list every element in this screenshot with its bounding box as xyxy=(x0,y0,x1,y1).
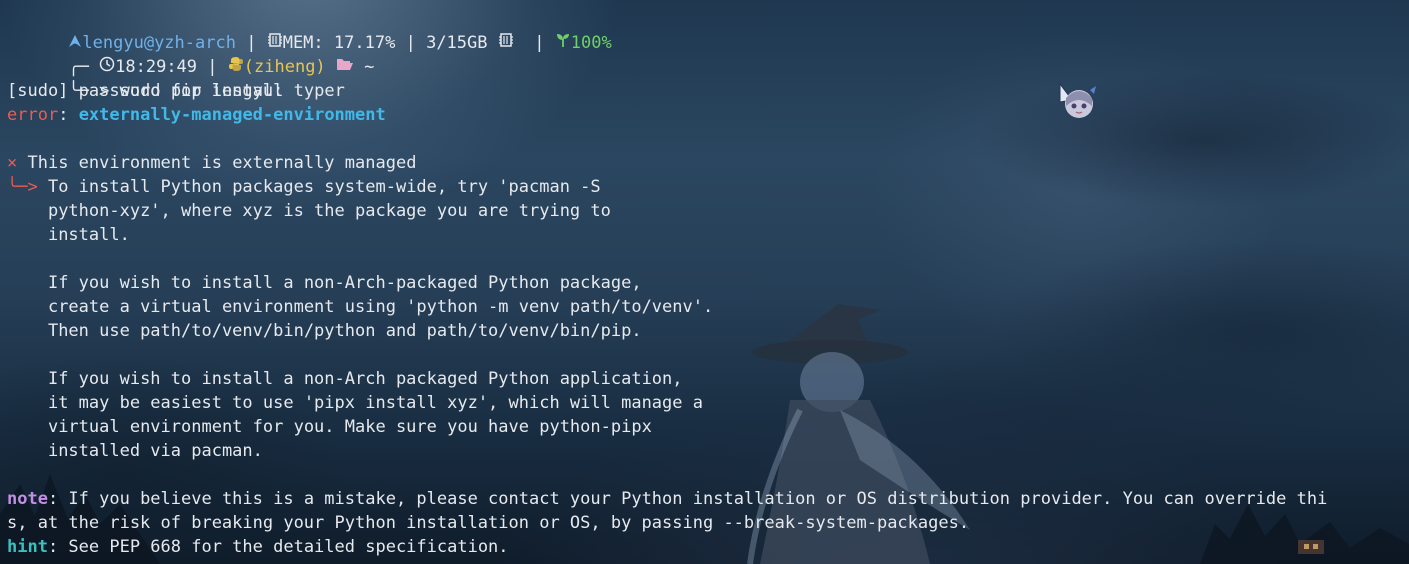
error-label: error xyxy=(7,105,59,125)
detail-text: create a virtual environment using 'pyth… xyxy=(47,297,714,317)
summary-text: This environment is externally managed xyxy=(27,153,417,173)
user-host: lengyu@yzh-arch xyxy=(82,33,236,53)
detail-line: ╰─> To install Python packages system-wi… xyxy=(7,175,1409,199)
detail-line: If you wish to install a non-Arch-packag… xyxy=(7,271,1409,295)
detail-text: installed via pacman. xyxy=(47,441,263,461)
separator: | xyxy=(534,33,545,53)
detail-text: install. xyxy=(47,225,130,245)
error-colon: : xyxy=(58,105,69,125)
detail-line: installed via pacman. xyxy=(7,439,1409,463)
memory-chip-icon xyxy=(267,31,283,55)
clock-icon xyxy=(99,55,115,79)
detail-line: If you wish to install a non-Arch packag… xyxy=(7,367,1409,391)
detail-text: To install Python packages system-wide, … xyxy=(47,177,601,197)
battery-level: 100% xyxy=(570,33,612,53)
note-label: note xyxy=(7,489,48,509)
mem-label: MEM: xyxy=(282,33,324,53)
current-directory: ~ xyxy=(364,57,375,77)
detail-text: it may be easiest to use 'pipx install x… xyxy=(47,393,703,413)
memory-chip-icon xyxy=(498,31,514,55)
detail-line: create a virtual environment using 'pyth… xyxy=(7,295,1409,319)
prompt-corner-top: ╭─ xyxy=(68,57,100,77)
separator: | xyxy=(405,33,416,53)
status-line: lengyu@yzh-arch | MEM: 17.17% | 3/15GB |… xyxy=(7,7,1409,53)
detail-line xyxy=(7,247,1409,271)
detail-text: Then use path/to/venv/bin/python and pat… xyxy=(47,321,642,341)
arch-logo-icon xyxy=(68,31,82,55)
cross-mark-icon: × xyxy=(7,153,18,173)
hint-line: hint: See PEP 668 for the detailed speci… xyxy=(7,535,1409,559)
note-text: : If you believe this is a mistake, plea… xyxy=(47,489,1328,509)
detail-text: If you wish to install a non-Arch-packag… xyxy=(47,273,642,293)
detail-line: virtual environment for you. Make sure y… xyxy=(7,415,1409,439)
terminal-output[interactable]: lengyu@yzh-arch | MEM: 17.17% | 3/15GB |… xyxy=(7,7,1409,559)
hint-text: : See PEP 668 for the detailed specifica… xyxy=(47,537,509,557)
detail-line: Then use path/to/venv/bin/python and pat… xyxy=(7,319,1409,343)
mem-usage: 3/15GB xyxy=(426,33,488,53)
detail-line: install. xyxy=(7,223,1409,247)
prompt-time: 18:29:49 xyxy=(115,57,198,77)
detail-text: If you wish to install a non-Arch packag… xyxy=(47,369,683,389)
python-icon xyxy=(228,55,244,79)
hint-label: hint xyxy=(7,537,48,557)
note-line: note: If you believe this is a mistake, … xyxy=(7,487,1409,511)
separator: | xyxy=(246,33,257,53)
note-line-continued: s, at the risk of breaking your Python i… xyxy=(7,513,970,533)
arrow-icon: ╰─> xyxy=(7,177,38,197)
detail-line: it may be easiest to use 'pipx install x… xyxy=(7,391,1409,415)
detail-text: python-xyz', where xyz is the package yo… xyxy=(47,201,611,221)
error-line: error: externally-managed-environment xyxy=(7,103,1409,127)
separator: | xyxy=(207,57,218,77)
conda-env: (ziheng) xyxy=(243,57,326,77)
mem-percent: 17.17% xyxy=(333,33,396,53)
error-code: externally-managed-environment xyxy=(78,105,386,125)
terminal-window[interactable]: lengyu@yzh-arch | MEM: 17.17% | 3/15GB |… xyxy=(0,0,1409,564)
detail-text: virtual environment for you. Make sure y… xyxy=(47,417,652,437)
sudo-prompt: [sudo] password for lengyu: xyxy=(7,81,284,101)
plant-icon xyxy=(555,31,571,55)
detail-line xyxy=(7,343,1409,367)
detail-line: python-xyz', where xyz is the package yo… xyxy=(7,199,1409,223)
open-folder-icon xyxy=(336,55,354,79)
summary-line: × This environment is externally managed xyxy=(7,151,1409,175)
